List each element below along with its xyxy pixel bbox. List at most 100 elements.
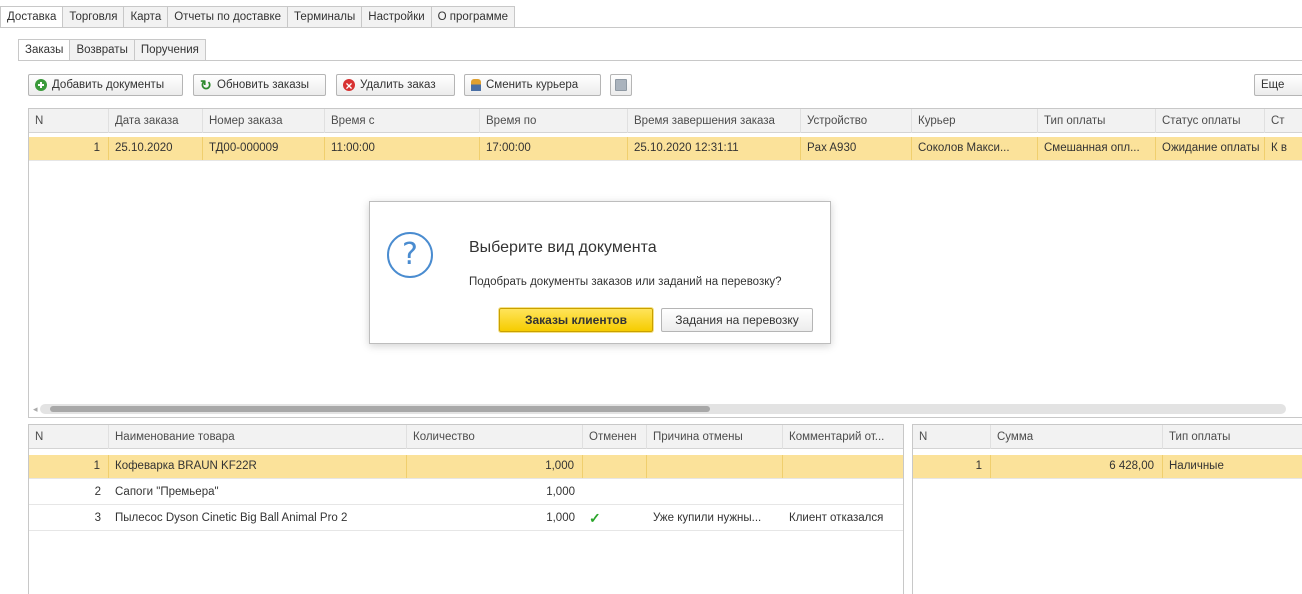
cell-payment-type: Наличные: [1163, 455, 1302, 478]
cell-n: 1: [29, 137, 109, 160]
tab-delivery-reports[interactable]: Отчеты по доставке: [168, 6, 289, 28]
scroll-left-arrow[interactable]: ◂: [33, 404, 38, 415]
cell-quantity: 1,000: [546, 512, 575, 524]
cell-quantity: 1,000: [546, 486, 575, 498]
refresh-orders-button[interactable]: ↻ Обновить заказы: [193, 74, 326, 96]
cell-quantity: 1,000: [407, 455, 583, 478]
sub-tabs: Заказы Возвраты Поручения: [18, 39, 206, 61]
delete-order-button[interactable]: Удалить заказ: [336, 74, 455, 96]
add-documents-label: Добавить документы: [52, 79, 165, 91]
tab-orders[interactable]: Заказы: [18, 39, 71, 61]
tab-about[interactable]: О программе: [431, 6, 516, 28]
table-row[interactable]: 1 6 428,00 Наличные: [913, 455, 1302, 479]
refresh-icon: ↻: [200, 77, 212, 93]
cell-order-date: 25.10.2020: [109, 137, 203, 160]
dialog-title: Выберите вид документа: [469, 239, 657, 256]
table-row[interactable]: 1 Кофеварка BRAUN KF22R 1,000: [29, 455, 903, 479]
cell-cancel-reason: Уже купили нужны...: [653, 512, 762, 524]
scrollbar-thumb[interactable]: [50, 406, 710, 412]
table-row[interactable]: 1 25.10.2020 ТД00-000009 11:00:00 17:00:…: [29, 137, 1302, 161]
tab-delivery[interactable]: Доставка: [0, 6, 64, 28]
col-n[interactable]: N: [29, 109, 109, 133]
col-completion-time[interactable]: Время завершения заказа: [628, 109, 801, 133]
cell-completion-time: 25.10.2020 12:31:11: [628, 137, 801, 160]
cell-comment: [783, 481, 903, 504]
cell-n: 2: [94, 486, 101, 498]
plus-circle-icon: [35, 79, 47, 91]
more-label: Еще: [1261, 79, 1285, 91]
cell-cancelled: [583, 481, 647, 504]
cell-device: Pax A930: [801, 137, 912, 160]
more-button[interactable]: Еще: [1254, 74, 1302, 96]
col-order-number[interactable]: Номер заказа: [203, 109, 325, 133]
cell-payment-type: Смешанная опл...: [1038, 137, 1156, 160]
cell-product-name: Сапоги "Премьера": [115, 486, 219, 498]
extra-action-button[interactable]: [610, 74, 632, 96]
tab-terminals[interactable]: Терминалы: [288, 6, 363, 28]
tab-assignments[interactable]: Поручения: [134, 39, 206, 61]
col-n[interactable]: N: [913, 425, 991, 449]
delete-circle-icon: [343, 76, 355, 96]
col-quantity[interactable]: Количество: [407, 425, 583, 449]
goods-header: N Наименование товара Количество Отменен…: [29, 425, 903, 449]
refresh-orders-label: Обновить заказы: [217, 79, 310, 91]
cell-comment: Клиент отказался: [789, 512, 884, 524]
main-tabs: Доставка Торговля Карта Отчеты по достав…: [0, 6, 516, 28]
col-product-name[interactable]: Наименование товара: [109, 425, 407, 449]
document-icon: [615, 79, 627, 91]
col-n[interactable]: N: [29, 425, 109, 449]
add-documents-button[interactable]: Добавить документы: [28, 74, 183, 96]
payments-header: N Сумма Тип оплаты: [913, 425, 1302, 449]
goods-table: N Наименование товара Количество Отменен…: [28, 424, 904, 594]
col-amount[interactable]: Сумма: [991, 425, 1163, 449]
col-courier[interactable]: Курьер: [912, 109, 1038, 133]
delete-order-label: Удалить заказ: [360, 79, 436, 91]
cell-time-to: 17:00:00: [480, 137, 628, 160]
cell-cancelled: [583, 455, 647, 478]
col-cancel-reason[interactable]: Причина отмены: [647, 425, 783, 449]
cell-cancel-reason: [647, 481, 783, 504]
tab-settings[interactable]: Настройки: [362, 6, 432, 28]
col-comment[interactable]: Комментарий от...: [783, 425, 903, 449]
client-orders-button[interactable]: Заказы клиентов: [499, 308, 653, 332]
subtabs-divider: [18, 60, 1302, 61]
col-time-to[interactable]: Время по: [480, 109, 628, 133]
dialog-text: Подобрать документы заказов или заданий …: [469, 276, 782, 288]
orders-header: N Дата заказа Номер заказа Время с Время…: [29, 109, 1302, 133]
document-type-dialog: ? Выберите вид документа Подобрать докум…: [369, 201, 831, 344]
col-payment-type[interactable]: Тип оплаты: [1163, 425, 1302, 449]
col-time-from[interactable]: Время с: [325, 109, 480, 133]
cell-courier: Соколов Макси...: [912, 137, 1038, 160]
question-icon: ?: [387, 232, 433, 278]
cell-product-name: Пылесос Dyson Cinetic Big Ball Animal Pr…: [115, 512, 348, 524]
tab-trade[interactable]: Торговля: [63, 6, 125, 28]
person-icon: [471, 79, 481, 91]
cell-payment-status: Ожидание оплаты: [1156, 137, 1265, 160]
table-row[interactable]: 3 Пылесос Dyson Cinetic Big Ball Animal …: [29, 507, 903, 531]
tab-returns[interactable]: Возвраты: [70, 39, 135, 61]
cell-time-from: 11:00:00: [325, 137, 480, 160]
cell-n: 3: [94, 512, 101, 524]
cell-order-number: ТД00-000009: [203, 137, 325, 160]
col-cancelled[interactable]: Отменен: [583, 425, 647, 449]
cell-n: 1: [29, 455, 109, 478]
transport-tasks-button[interactable]: Задания на перевозку: [661, 308, 813, 332]
cell-cancel-reason: [647, 455, 783, 478]
payments-table: N Сумма Тип оплаты 1 6 428,00 Наличные: [912, 424, 1302, 594]
tabs-divider: [0, 27, 1302, 28]
tab-map[interactable]: Карта: [124, 6, 169, 28]
cell-amount: 6 428,00: [991, 455, 1163, 478]
cell-n: 1: [913, 455, 991, 478]
col-device[interactable]: Устройство: [801, 109, 912, 133]
table-row[interactable]: 2 Сапоги "Премьера" 1,000: [29, 481, 903, 505]
col-payment-status[interactable]: Статус оплаты: [1156, 109, 1265, 133]
horizontal-scrollbar[interactable]: [40, 404, 1286, 414]
col-order-date[interactable]: Дата заказа: [109, 109, 203, 133]
col-payment-type[interactable]: Тип оплаты: [1038, 109, 1156, 133]
cell-product-name: Кофеварка BRAUN KF22R: [109, 455, 407, 478]
change-courier-button[interactable]: Сменить курьера: [464, 74, 601, 96]
cell-comment: [783, 455, 903, 478]
cell-status: К в: [1265, 137, 1302, 160]
col-status[interactable]: Ст: [1265, 109, 1302, 133]
change-courier-label: Сменить курьера: [486, 79, 579, 91]
